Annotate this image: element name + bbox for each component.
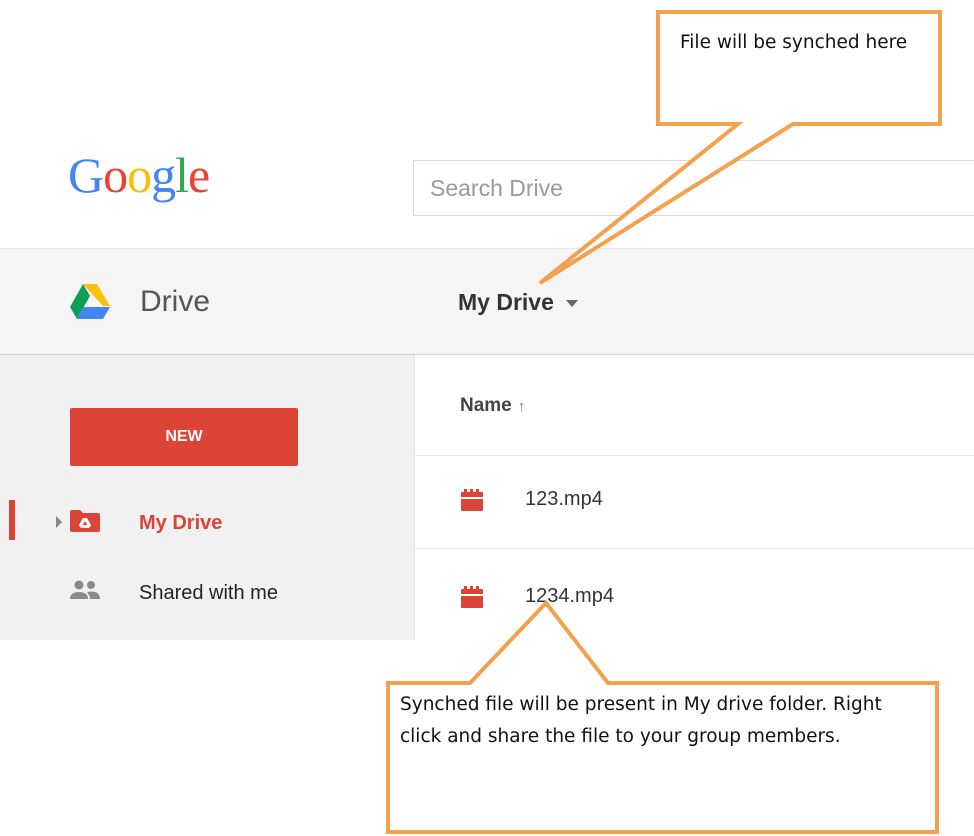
logo-letter: l [175, 147, 189, 203]
video-file-icon [461, 586, 483, 613]
current-folder-title: My Drive [458, 289, 554, 315]
active-indicator [9, 500, 15, 540]
expand-arrow-icon[interactable] [56, 516, 62, 528]
name-column-header[interactable]: Name ↑ [460, 395, 525, 417]
google-drive-icon [70, 284, 110, 319]
people-icon [68, 578, 102, 609]
divider [415, 455, 974, 456]
new-button[interactable]: NEW [70, 408, 298, 466]
logo-letter: o [103, 147, 128, 203]
file-list: Name ↑ 123.mp4 1234.mp4 [415, 355, 974, 640]
google-logo[interactable]: Google [68, 147, 210, 203]
app-header: Drive My Drive [0, 248, 974, 355]
sidebar: NEW My Drive Shared with me [0, 355, 415, 640]
logo-letter: G [68, 147, 104, 203]
sidebar-item-my-drive[interactable]: My Drive [0, 498, 415, 548]
divider [415, 548, 974, 549]
file-name: 123.mp4 [525, 488, 603, 510]
sidebar-item-label: My Drive [139, 511, 223, 534]
logo-letter: o [127, 147, 152, 203]
chevron-down-icon [565, 300, 578, 307]
logo-letter: g [151, 147, 176, 203]
search-input[interactable] [414, 161, 974, 215]
file-row[interactable]: 1234.mp4 [415, 568, 974, 628]
video-file-icon [461, 489, 483, 516]
drive-folder-icon [68, 508, 102, 539]
top-callout-text: File will be synched here [680, 32, 908, 53]
sidebar-item-shared-with-me[interactable]: Shared with me [0, 568, 415, 618]
column-header-label: Name [460, 395, 512, 416]
logo-letter: e [188, 147, 210, 203]
app-name: Drive [140, 284, 211, 318]
sidebar-item-label: Shared with me [139, 581, 278, 604]
current-folder-menu[interactable]: My Drive [458, 289, 578, 316]
bottom-callout-text: Synched file will be present in My drive… [400, 694, 882, 747]
sort-arrow-icon: ↑ [517, 398, 526, 415]
file-name: 1234.mp4 [525, 585, 614, 607]
search-box[interactable] [413, 160, 974, 216]
drive-brand[interactable]: Drive [70, 284, 210, 319]
file-row[interactable]: 123.mp4 [415, 471, 974, 531]
